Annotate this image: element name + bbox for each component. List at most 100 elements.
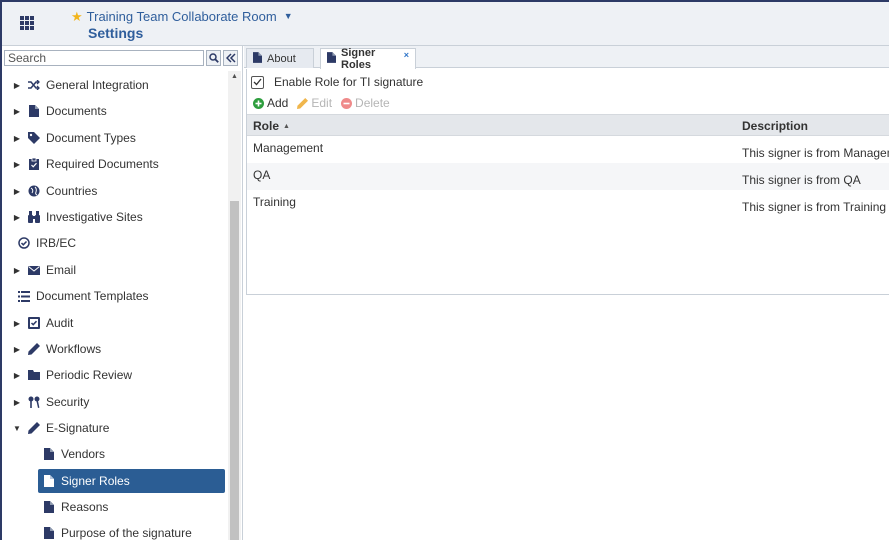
sidebar-item-e-signature[interactable]: ▼ E-Signature	[2, 416, 228, 440]
star-icon[interactable]: ★	[71, 10, 83, 23]
envelope-icon	[27, 265, 41, 275]
sidebar-item-vendors[interactable]: Vendors	[2, 442, 228, 466]
sidebar-item-label: Required Documents	[46, 157, 159, 171]
document-icon	[42, 501, 56, 513]
apps-grid-icon[interactable]	[20, 16, 34, 30]
sidebar-scrollbar[interactable]: ▲	[228, 71, 241, 540]
add-label: Add	[267, 96, 289, 110]
collapse-sidebar-button[interactable]	[223, 49, 238, 66]
sort-ascending-icon: ▲	[283, 122, 290, 130]
sidebar-item-document-types[interactable]: ▶ Document Types	[2, 126, 228, 150]
tab-about[interactable]: About	[246, 48, 314, 68]
description-cell: This signer is from QA	[742, 173, 861, 187]
enable-role-label: Enable Role for TI signature	[274, 75, 424, 89]
expand-arrow-icon[interactable]: ▶	[12, 319, 22, 328]
column-header-description[interactable]: Description	[742, 119, 808, 133]
signer-roles-panel: Enable Role for TI signature Add Edit De…	[246, 69, 889, 295]
grid-header: Role ▲ Description	[247, 114, 889, 136]
document-icon	[27, 105, 41, 117]
sidebar-item-general-integration[interactable]: ▶ General Integration	[2, 73, 228, 97]
table-row[interactable]: QA This signer is from QA	[247, 163, 889, 190]
keys-icon	[27, 396, 41, 408]
add-button[interactable]: Add	[253, 96, 288, 110]
sidebar-item-signer-roles[interactable]: Signer Roles	[38, 469, 225, 493]
scroll-up-arrow-icon[interactable]: ▲	[228, 71, 241, 83]
sidebar-item-required-documents[interactable]: ▶ Required Documents	[2, 152, 228, 176]
expand-arrow-icon[interactable]: ▶	[12, 187, 22, 196]
sidebar-item-audit[interactable]: ▶ Audit	[2, 311, 228, 335]
sidebar-item-investigative-sites[interactable]: ▶ Investigative Sites	[2, 205, 228, 229]
sidebar-item-document-templates[interactable]: Document Templates	[2, 284, 228, 308]
role-cell: QA	[253, 168, 271, 182]
app-window: ★ Training Team Collaborate Room ▼ Setti…	[0, 0, 889, 540]
room-name: Training Team Collaborate Room	[86, 8, 277, 24]
scrollbar-thumb[interactable]	[230, 201, 239, 540]
sidebar-item-label: IRB/EC	[36, 236, 77, 250]
tab-label: Signer Roles	[341, 47, 376, 71]
sidebar-item-countries[interactable]: ▶ Countries	[2, 179, 228, 203]
minus-circle-icon	[341, 97, 353, 109]
expand-arrow-icon[interactable]: ▶	[12, 371, 22, 380]
settings-sidebar: ▶ General Integration ▶ Documents ▶ Docu…	[2, 46, 243, 540]
sidebar-item-label: E-Signature	[46, 421, 110, 435]
enable-role-checkbox[interactable]	[251, 75, 264, 89]
pencil-icon	[27, 343, 41, 355]
expand-arrow-icon[interactable]: ▶	[12, 81, 22, 90]
delete-label: Delete	[355, 96, 390, 110]
sidebar-item-workflows[interactable]: ▶ Workflows	[2, 337, 228, 361]
globe-icon	[27, 185, 41, 197]
expand-arrow-icon[interactable]: ▶	[12, 134, 22, 143]
sidebar-item-reasons[interactable]: Reasons	[2, 495, 228, 519]
delete-button[interactable]: Delete	[341, 96, 390, 110]
sidebar-item-purpose-of-signature[interactable]: Purpose of the signature	[2, 521, 228, 540]
expand-arrow-icon[interactable]: ▶	[12, 160, 22, 169]
sidebar-item-irb-ec[interactable]: IRB/EC	[2, 231, 228, 255]
settings-tree: ▶ General Integration ▶ Documents ▶ Docu…	[2, 71, 228, 540]
expand-arrow-icon[interactable]: ▶	[12, 266, 22, 275]
table-row[interactable]: Training This signer is from Training	[247, 190, 889, 217]
description-cell: This signer is from Training	[742, 200, 887, 214]
list-icon	[17, 290, 31, 302]
search-button[interactable]	[206, 49, 221, 66]
clipboard-icon	[27, 158, 41, 170]
sidebar-item-label: Document Types	[46, 131, 136, 145]
expand-arrow-icon[interactable]: ▶	[12, 213, 22, 222]
document-icon	[42, 527, 56, 539]
description-cell: This signer is from Management	[742, 146, 889, 160]
sidebar-item-label: Purpose of the signature	[61, 526, 192, 540]
sidebar-item-label: Email	[46, 263, 77, 277]
pen-icon	[27, 422, 41, 434]
room-selector[interactable]: ★ Training Team Collaborate Room ▼	[71, 8, 293, 24]
sidebar-item-label: General Integration	[46, 78, 149, 92]
sidebar-item-label: Documents	[46, 104, 107, 118]
role-cell: Training	[253, 195, 296, 209]
sidebar-item-label: Investigative Sites	[46, 210, 143, 224]
sidebar-item-label: Signer Roles	[61, 474, 130, 488]
sidebar-item-security[interactable]: ▶ Security	[2, 390, 228, 414]
tab-signer-roles[interactable]: Signer Roles ×	[320, 47, 416, 71]
caret-down-icon[interactable]: ▼	[284, 11, 293, 21]
sidebar-item-email[interactable]: ▶ Email	[2, 258, 228, 282]
app-header: ★ Training Team Collaborate Room ▼ Setti…	[2, 2, 889, 46]
sidebar-item-periodic-review[interactable]: ▶ Periodic Review	[2, 363, 228, 387]
search-input[interactable]	[4, 49, 204, 66]
document-icon	[327, 52, 336, 66]
table-row[interactable]: Management This signer is from Managemen…	[247, 136, 889, 163]
edit-button[interactable]: Edit	[297, 96, 332, 110]
sidebar-item-label: Document Templates	[36, 289, 149, 303]
expand-arrow-icon[interactable]: ▶	[12, 107, 22, 116]
document-icon	[42, 475, 56, 487]
expand-arrow-icon[interactable]: ▶	[12, 345, 22, 354]
tab-bar: About Signer Roles ×	[244, 46, 889, 71]
folder-icon	[27, 370, 41, 380]
column-header-role[interactable]: Role ▲	[253, 119, 290, 133]
expand-arrow-icon[interactable]: ▶	[12, 398, 22, 407]
document-icon	[42, 448, 56, 460]
sidebar-search	[4, 49, 241, 66]
plus-circle-icon	[253, 97, 264, 109]
sidebar-item-label: Countries	[46, 184, 98, 198]
collapse-arrow-icon[interactable]: ▼	[12, 424, 22, 433]
close-icon[interactable]: ×	[404, 50, 409, 60]
sidebar-item-documents[interactable]: ▶ Documents	[2, 99, 228, 123]
audit-icon	[27, 317, 41, 329]
